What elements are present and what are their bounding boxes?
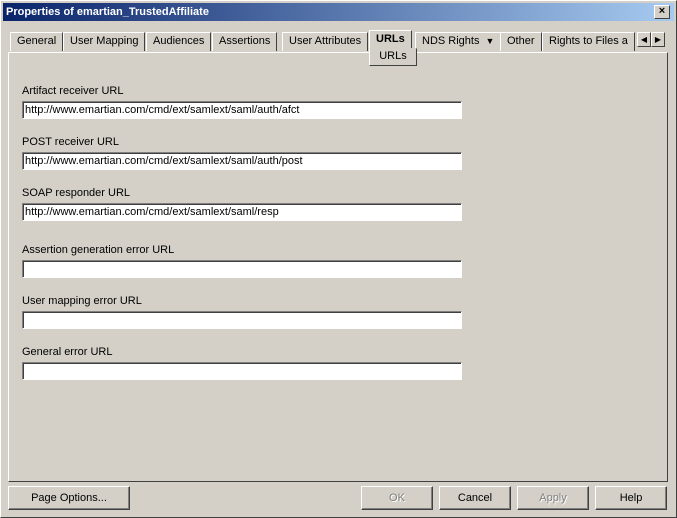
assertion-error-input[interactable]: [22, 260, 462, 278]
tab-audiences[interactable]: Audiences: [146, 32, 212, 51]
tab-assertions[interactable]: Assertions: [212, 32, 278, 51]
dropdown-arrow-icon: ▼: [485, 36, 495, 46]
tab-nds-rights[interactable]: NDS Rights ▼: [415, 32, 502, 51]
user-mapping-error-input[interactable]: [22, 311, 462, 329]
tab-user-attributes[interactable]: User Attributes: [282, 32, 369, 51]
scroll-left-icon[interactable]: ◀: [637, 32, 651, 47]
cancel-button[interactable]: Cancel: [439, 486, 511, 510]
user-mapping-error-label: User mapping error URL: [22, 295, 142, 307]
soap-responder-label: SOAP responder URL: [22, 187, 131, 199]
subtab-urls[interactable]: URLs: [369, 48, 417, 66]
soap-responder-input[interactable]: [22, 203, 462, 221]
ok-button[interactable]: OK: [361, 486, 433, 510]
general-error-label: General error URL: [22, 346, 113, 358]
tab-nds-rights-label: NDS Rights: [422, 35, 480, 47]
title-bar: Properties of emartian_TrustedAffiliate …: [3, 3, 674, 21]
general-error-input[interactable]: [22, 362, 462, 380]
tab-general[interactable]: General: [10, 32, 64, 51]
close-button[interactable]: ×: [654, 5, 670, 19]
tab-user-mapping[interactable]: User Mapping: [63, 32, 146, 51]
artifact-receiver-input[interactable]: [22, 101, 462, 119]
help-button[interactable]: Help: [595, 486, 667, 510]
post-receiver-label: POST receiver URL: [22, 136, 119, 148]
tab-other[interactable]: Other: [500, 32, 542, 51]
assertion-error-label: Assertion generation error URL: [22, 244, 175, 256]
tab-rights-to-files[interactable]: Rights to Files a: [542, 32, 635, 51]
tab-scroll-buttons: ◀ ▶: [637, 32, 665, 48]
artifact-receiver-label: Artifact receiver URL: [22, 85, 124, 97]
window-title: Properties of emartian_TrustedAffiliate: [6, 6, 209, 18]
post-receiver-input[interactable]: [22, 152, 462, 170]
tab-strip: General User Mapping Audiences Assertion…: [10, 30, 670, 54]
scroll-right-icon[interactable]: ▶: [651, 32, 665, 47]
apply-button[interactable]: Apply: [517, 486, 589, 510]
page-options-button[interactable]: Page Options...: [8, 486, 130, 510]
